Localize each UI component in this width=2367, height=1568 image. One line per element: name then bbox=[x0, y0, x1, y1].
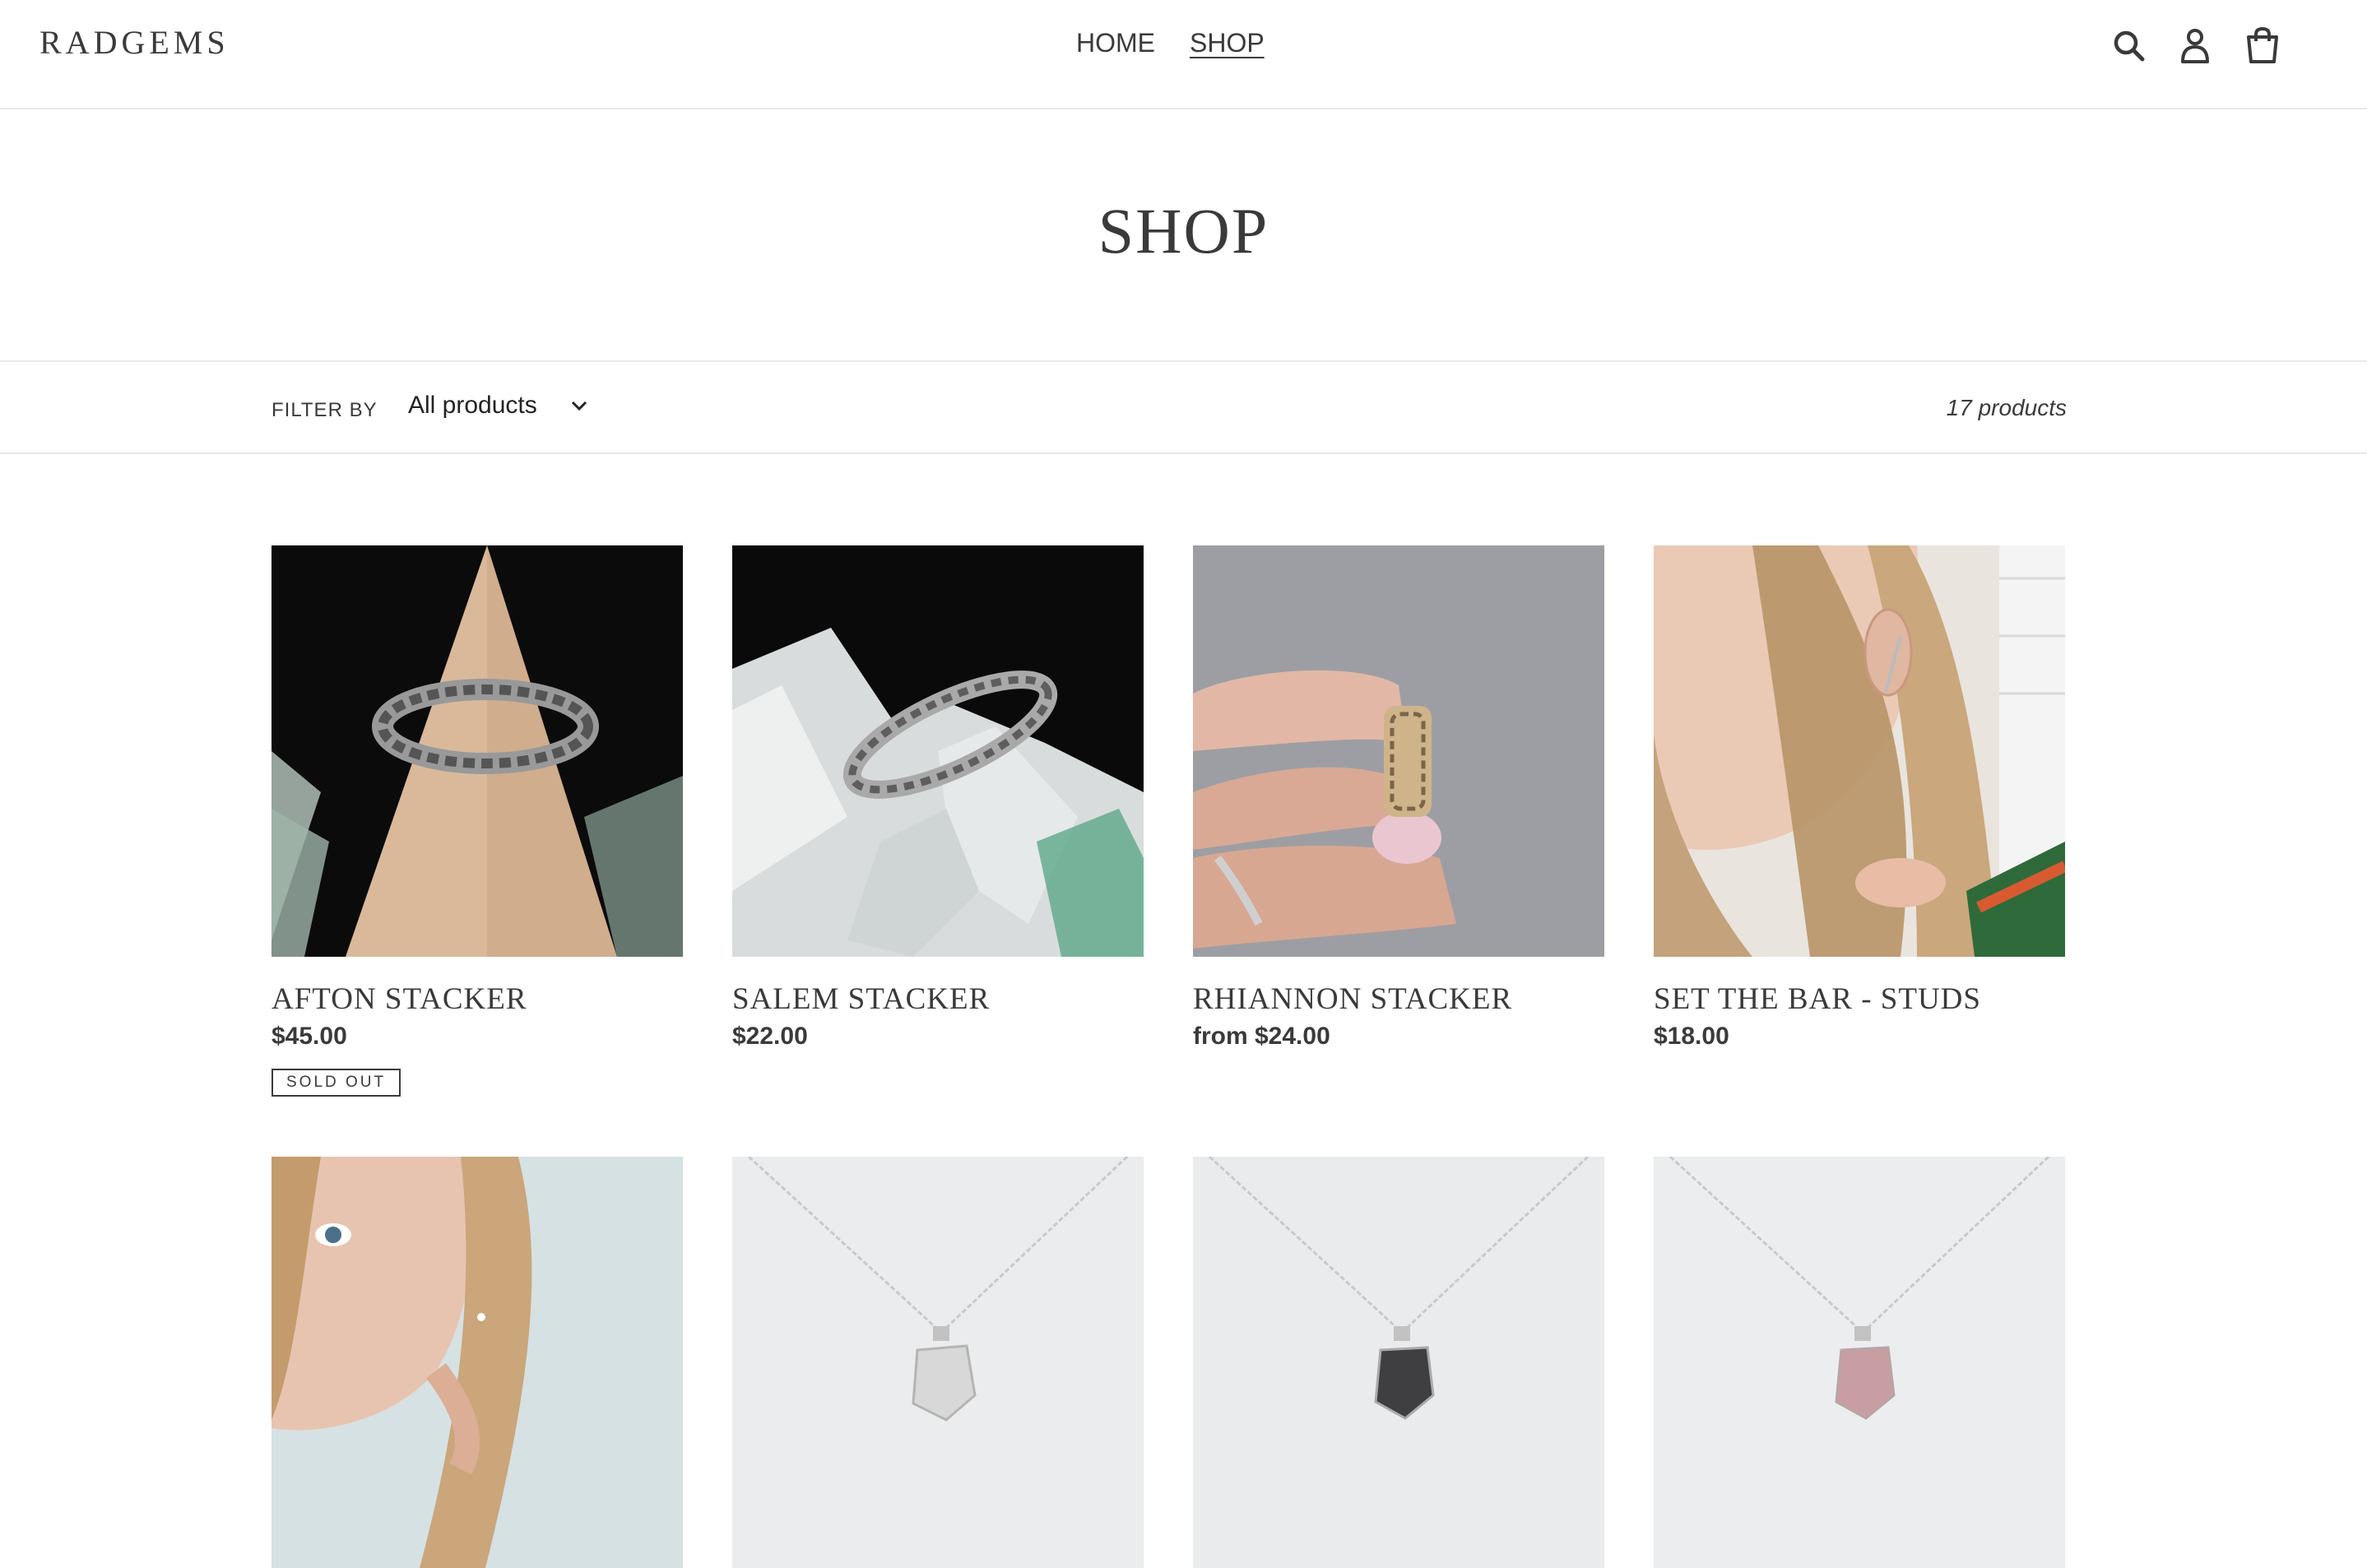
filter-selected-value: All products bbox=[408, 392, 537, 419]
sold-out-badge: SOLD OUT bbox=[272, 1069, 401, 1097]
product-image[interactable] bbox=[1654, 1157, 2065, 1568]
product-image[interactable] bbox=[732, 545, 1144, 957]
product-name[interactable]: SET THE BAR - STUDS bbox=[1654, 981, 1981, 1017]
chevron-down-icon bbox=[571, 401, 587, 411]
product-card[interactable] bbox=[732, 1157, 1144, 1568]
product-card[interactable]: SALEM STACKER $22.00 bbox=[732, 545, 1144, 1050]
product-price: $45.00 bbox=[272, 1023, 347, 1050]
product-image[interactable] bbox=[1193, 1157, 1604, 1568]
product-card[interactable]: SET THE BAR - STUDS $18.00 bbox=[1654, 545, 2065, 1050]
page-title: SHOP bbox=[1098, 195, 1269, 267]
product-card[interactable] bbox=[1193, 1157, 1604, 1568]
product-price: $22.00 bbox=[732, 1023, 808, 1050]
search-icon[interactable] bbox=[2108, 25, 2151, 67]
nav-shop-link[interactable]: SHOP bbox=[1190, 28, 1265, 58]
product-image[interactable] bbox=[1654, 545, 2065, 957]
product-price: $18.00 bbox=[1654, 1023, 1729, 1050]
site-header: RADGEMS HOME SHOP bbox=[0, 0, 2367, 109]
product-image[interactable] bbox=[272, 1157, 683, 1568]
product-name[interactable]: AFTON STACKER bbox=[272, 981, 527, 1017]
filter-label: FILTER BY bbox=[272, 399, 378, 421]
product-image[interactable] bbox=[1193, 545, 1604, 957]
product-name[interactable]: RHIANNON STACKER bbox=[1193, 981, 1512, 1017]
account-icon[interactable] bbox=[2174, 25, 2216, 67]
product-card[interactable]: RHIANNON STACKER from $24.00 bbox=[1193, 545, 1604, 1050]
product-price: from $24.00 bbox=[1193, 1023, 1330, 1050]
product-card[interactable] bbox=[1654, 1157, 2065, 1568]
product-card[interactable]: AFTON STACKER $45.00 SOLD OUT bbox=[272, 545, 683, 1097]
cart-icon[interactable] bbox=[2241, 25, 2284, 67]
product-image[interactable] bbox=[732, 1157, 1144, 1568]
product-image[interactable] bbox=[272, 545, 683, 957]
nav-home-link[interactable]: HOME bbox=[1076, 28, 1155, 58]
product-card[interactable] bbox=[272, 1157, 683, 1568]
site-logo[interactable]: RADGEMS bbox=[39, 23, 230, 62]
filter-bar: FILTER BY All products 17 products bbox=[0, 360, 2367, 454]
filter-select[interactable]: All products bbox=[408, 392, 588, 420]
product-count: 17 products bbox=[1946, 395, 2067, 420]
product-name[interactable]: SALEM STACKER bbox=[732, 981, 990, 1017]
